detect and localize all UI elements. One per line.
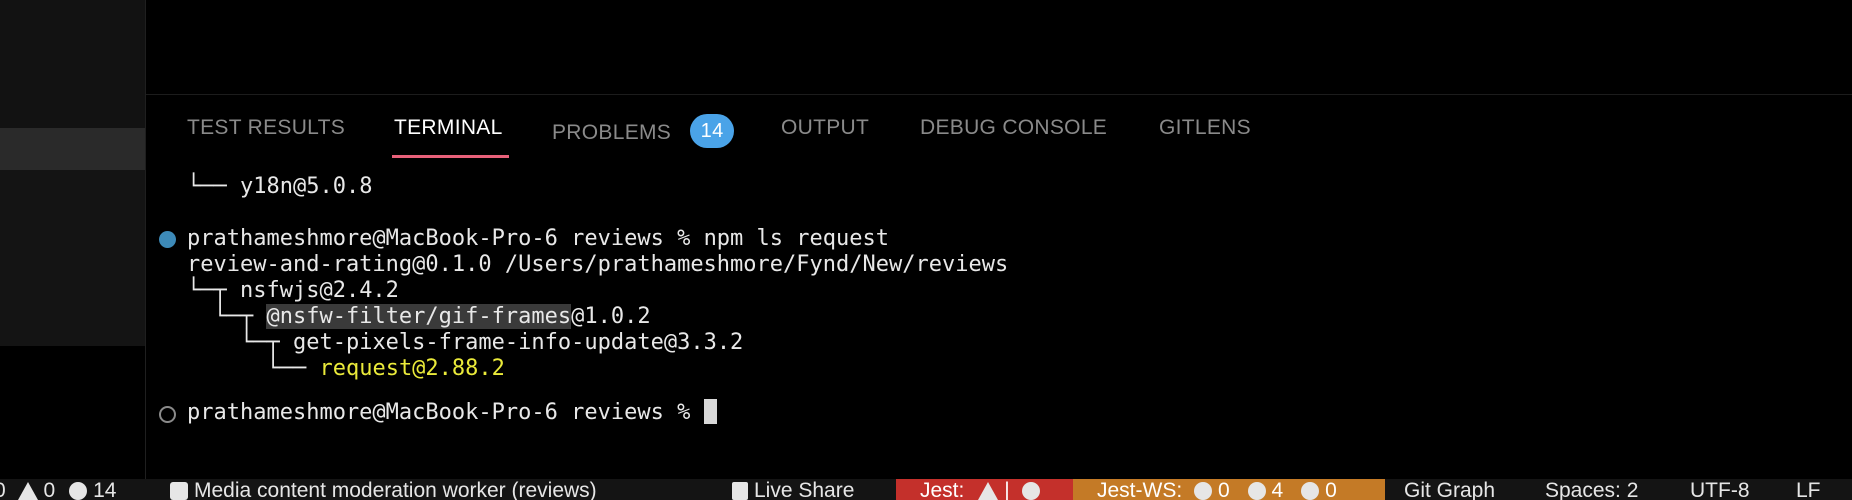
shell-prompt: prathameshmore@MacBook-Pro-6 reviews %: [187, 400, 704, 425]
task-label: Media content moderation worker (reviews…: [194, 479, 597, 500]
tab-debug-console[interactable]: DEBUG CONSOLE: [920, 116, 1107, 156]
command-success-marker-icon[interactable]: [159, 231, 176, 248]
eol-label: LF: [1796, 479, 1821, 500]
tree-branch: └──: [266, 356, 320, 381]
share-arrow-icon: [732, 482, 748, 500]
panel-tabs: TEST RESULTS TERMINAL PROBLEMS 14 OUTPUT …: [146, 96, 1852, 160]
warnings-count: 0: [43, 479, 56, 500]
jest-ws-label: Jest-WS:: [1097, 479, 1183, 500]
command-pending-marker-icon[interactable]: [159, 406, 176, 423]
jest-label: Jest:: [920, 479, 965, 500]
spaces-label: Spaces: 2: [1545, 479, 1639, 500]
tab-label: TEST RESULTS: [187, 116, 346, 139]
left-sidebar: [0, 0, 146, 500]
warning-icon: [17, 482, 38, 500]
gear-icon: [170, 482, 188, 500]
tree-branch: └──: [187, 174, 240, 199]
x-circle-icon: [1247, 482, 1266, 500]
tree-branch: └─┬: [239, 330, 293, 355]
git-graph-label: Git Graph: [1404, 479, 1496, 500]
jest-ws-passed: 0: [1218, 479, 1230, 500]
jest-divider: |: [1004, 479, 1010, 500]
question-circle-icon: [1301, 482, 1320, 500]
git-graph-button[interactable]: Git Graph: [1404, 479, 1495, 500]
tab-gitlens[interactable]: GITLENS: [1159, 116, 1251, 156]
running-task[interactable]: Media content moderation worker (reviews…: [170, 479, 597, 500]
tab-label: OUTPUT: [781, 116, 870, 139]
infos-count: 14: [93, 479, 117, 500]
jest-ws-failed: 4: [1271, 479, 1284, 500]
tree-branch: └─┬: [213, 304, 267, 329]
jest-ws-status[interactable]: Jest-WS: 0 4 0: [1073, 479, 1385, 500]
sidebar-selected-item[interactable]: [0, 128, 145, 170]
errors-count: 0: [0, 479, 6, 500]
sidebar-section: [0, 346, 145, 479]
live-share-label: Live Share: [754, 479, 855, 500]
tab-terminal[interactable]: TERMINAL: [392, 116, 509, 158]
problems-status[interactable]: 0 0 14: [0, 479, 116, 500]
tree-branch: └─┬: [187, 278, 240, 303]
encoding-label: UTF-8: [1690, 479, 1750, 500]
status-bar: 0 0 14 Media content moderation worker (…: [0, 479, 1852, 500]
warning-icon: [978, 482, 999, 500]
package-version: @1.0.2: [571, 304, 651, 329]
editor-area[interactable]: [146, 0, 1852, 95]
project-root: review-and-rating@0.1.0 /Users/prathames…: [187, 252, 1009, 277]
tab-label: DEBUG CONSOLE: [920, 116, 1108, 139]
tab-output[interactable]: OUTPUT: [781, 116, 869, 156]
tab-test-results[interactable]: TEST RESULTS: [187, 116, 345, 156]
jest-ws-unknown: 0: [1325, 479, 1337, 500]
shell-command: npm ls request: [703, 226, 889, 251]
terminal-line: └── y18n@5.0.8: [187, 172, 372, 202]
sidebar-section: [0, 0, 145, 128]
package-name: y18n@5.0.8: [239, 174, 373, 199]
terminal-line: prathameshmore@MacBook-Pro-6 reviews %: [187, 398, 717, 428]
circle-icon: [1021, 482, 1040, 500]
live-share-button[interactable]: Live Share: [732, 479, 854, 500]
package-name: nsfwjs@2.4.2: [239, 278, 399, 303]
sidebar-section: [0, 170, 145, 346]
encoding-selector[interactable]: UTF-8: [1690, 479, 1750, 500]
tab-label: GITLENS: [1159, 116, 1251, 139]
indentation-selector[interactable]: Spaces: 2: [1545, 479, 1638, 500]
matched-package: request@2.88.2: [319, 356, 505, 381]
active-tab-indicator: [392, 155, 509, 158]
terminal-line: └── request@2.88.2: [187, 354, 505, 384]
jest-status[interactable]: Jest: |: [896, 479, 1073, 500]
shell-prompt: prathameshmore@MacBook-Pro-6 reviews %: [187, 226, 704, 251]
terminal-cursor: [703, 398, 717, 424]
selected-text: @nsfw-filter/gif-frames: [266, 304, 572, 329]
info-icon: [69, 482, 88, 500]
package-name: get-pixels-frame-info-update@3.3.2: [292, 330, 744, 355]
tab-label: PROBLEMS: [552, 120, 672, 144]
check-circle-icon: [1194, 482, 1213, 500]
tab-label: TERMINAL: [394, 116, 503, 139]
problems-count-badge: 14: [690, 114, 735, 148]
bottom-panel: TEST RESULTS TERMINAL PROBLEMS 14 OUTPUT …: [146, 96, 1852, 479]
tab-problems[interactable]: PROBLEMS 14: [552, 114, 735, 156]
eol-selector[interactable]: LF: [1796, 479, 1821, 500]
